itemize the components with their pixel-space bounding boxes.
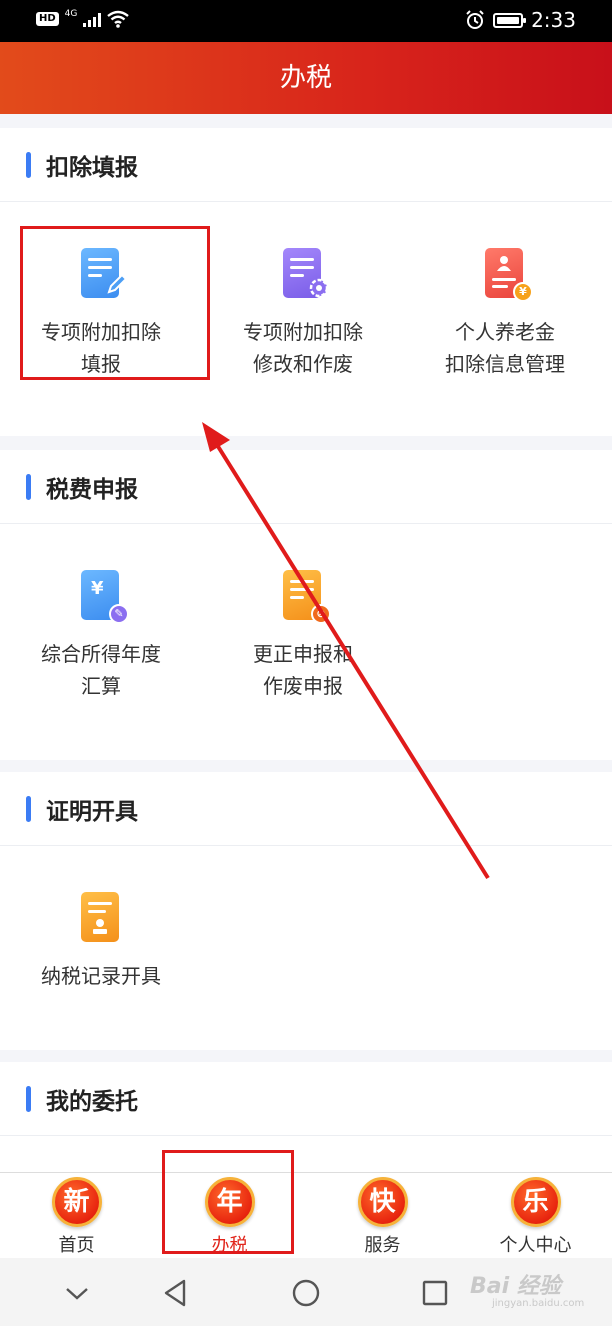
pension-card-icon: ¥ bbox=[485, 248, 533, 302]
section-deduction: 扣除填报 专项附加扣除 填报 专项附加扣除 修改和作废 ¥ 个人养老金 扣除信息… bbox=[0, 128, 612, 436]
tab-personal-center[interactable]: 乐 个人中心 bbox=[459, 1173, 612, 1259]
section-certificate: 证明开具 纳税记录开具 bbox=[0, 772, 612, 1050]
back-triangle-icon[interactable] bbox=[158, 1276, 192, 1310]
section-delegation: 我的委托 bbox=[0, 1062, 612, 1172]
item-label-line1: 综合所得年度 bbox=[41, 642, 161, 666]
item-label-line2: 汇算 bbox=[81, 674, 121, 698]
new-year-medal-icon: 新 bbox=[51, 1177, 102, 1227]
section-header: 税费申报 bbox=[0, 450, 612, 524]
section-title: 证明开具 bbox=[46, 799, 138, 825]
tab-label: 个人中心 bbox=[499, 1235, 572, 1256]
bottom-tab-bar: 新 首页 年 办税 快 服务 乐 个人中心 bbox=[0, 1172, 612, 1258]
section-title: 扣除填报 bbox=[46, 155, 138, 181]
tab-label: 首页 bbox=[58, 1235, 95, 1256]
item-label-line2: 填报 bbox=[81, 352, 121, 376]
tab-label: 办税 bbox=[211, 1235, 248, 1256]
item-label-line2: 作废申报 bbox=[263, 674, 343, 698]
watermark-logo: Bai 经验 bbox=[470, 1274, 561, 1299]
item-label-line2: 修改和作废 bbox=[253, 352, 353, 376]
chevron-down-icon[interactable] bbox=[60, 1276, 94, 1310]
section-header: 扣除填报 bbox=[0, 128, 612, 202]
status-left: HD 4G bbox=[36, 9, 130, 28]
tab-home[interactable]: 新 首页 bbox=[0, 1173, 153, 1259]
section-title: 税费申报 bbox=[46, 477, 138, 503]
app-header: 办税 bbox=[0, 42, 612, 114]
document-edit-icon bbox=[81, 248, 128, 298]
document-settings-icon bbox=[283, 248, 329, 298]
status-right: 2:33 bbox=[465, 8, 576, 32]
item-pension-deduction[interactable]: ¥ 个人养老金扣除信息管理 bbox=[404, 248, 606, 380]
item-tax-record-issue[interactable]: 纳税记录开具 bbox=[0, 892, 202, 992]
item-annual-reconciliation[interactable]: ¥ ✎ 综合所得年度 汇算 bbox=[0, 570, 202, 702]
section-tax-filing: 税费申报 ¥ ✎ 综合所得年度 汇算 ⊘ 更正申报和作废申报 bbox=[0, 450, 612, 760]
watermark-url: jingyan.baidu.com bbox=[492, 1298, 585, 1309]
certificate-stamp-icon bbox=[81, 892, 121, 942]
fast-medal-icon: 快 bbox=[357, 1177, 408, 1227]
home-circle-icon[interactable] bbox=[289, 1276, 323, 1310]
section-accent-bar bbox=[26, 1086, 31, 1112]
tab-service[interactable]: 快 服务 bbox=[306, 1173, 459, 1259]
wifi-icon bbox=[107, 10, 130, 28]
item-correct-void-filing[interactable]: ⊘ 更正申报和作废申报 bbox=[202, 570, 404, 702]
item-special-deduction-fill[interactable]: 专项附加扣除 填报 bbox=[0, 248, 202, 380]
section-accent-bar bbox=[26, 152, 31, 178]
signal-icon bbox=[83, 11, 102, 27]
battery-icon bbox=[493, 12, 527, 28]
clock: 2:33 bbox=[531, 8, 576, 32]
item-label-line1: 专项附加扣除 bbox=[41, 320, 161, 344]
item-label-line2: 扣除信息管理 bbox=[445, 352, 565, 376]
year-medal-icon: 年 bbox=[204, 1177, 255, 1227]
section-accent-bar bbox=[26, 796, 31, 822]
tab-label: 服务 bbox=[364, 1235, 401, 1256]
alarm-icon bbox=[466, 10, 484, 29]
joy-medal-icon: 乐 bbox=[510, 1177, 561, 1227]
recents-square-icon[interactable] bbox=[418, 1276, 452, 1310]
item-special-deduction-modify[interactable]: 专项附加扣除 修改和作废 bbox=[202, 248, 404, 380]
item-label-line1: 个人养老金 bbox=[455, 320, 555, 344]
page-title: 办税 bbox=[279, 63, 332, 93]
document-cancel-icon: ⊘ bbox=[283, 570, 331, 624]
section-accent-bar bbox=[26, 474, 31, 500]
hd-badge: HD bbox=[36, 12, 59, 26]
tab-tax[interactable]: 年 办税 bbox=[153, 1173, 306, 1259]
network-type: 4G bbox=[64, 9, 78, 19]
status-bar: HD 4G 2:33 bbox=[0, 0, 612, 42]
item-label-line1: 更正申报和 bbox=[253, 642, 353, 666]
item-label-line1: 专项附加扣除 bbox=[243, 320, 363, 344]
section-header: 我的委托 bbox=[0, 1062, 612, 1136]
section-header: 证明开具 bbox=[0, 772, 612, 846]
yuan-document-icon: ¥ ✎ bbox=[81, 570, 129, 624]
item-label-line1: 纳税记录开具 bbox=[41, 964, 161, 988]
section-title: 我的委托 bbox=[46, 1089, 138, 1115]
